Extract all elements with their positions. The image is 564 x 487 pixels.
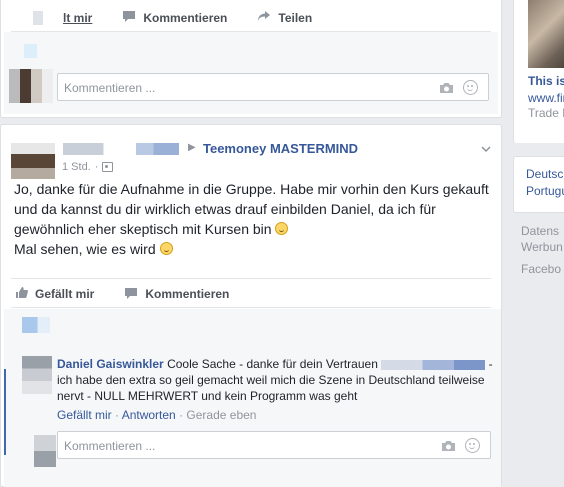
comment-icon: [122, 10, 136, 25]
camera-icon[interactable]: [439, 81, 454, 93]
language-link[interactable]: Portugu: [526, 184, 564, 198]
divider: [11, 307, 491, 308]
meta-separator: ·: [94, 161, 99, 173]
footer-link[interactable]: Facebo: [521, 262, 561, 276]
comment-author[interactable]: Daniel Gaiswinkler: [57, 357, 164, 371]
like-label: Gefällt mir: [35, 287, 95, 301]
like-button[interactable]: Gefällt mir: [15, 286, 94, 302]
commenter-avatar[interactable]: [22, 356, 52, 394]
share-icon: [257, 10, 271, 25]
reply-avatar: [34, 435, 56, 467]
divider: [11, 278, 491, 279]
group-link[interactable]: Teemoney MASTERMIND: [203, 141, 358, 156]
comment-like-link[interactable]: Gefällt mir: [57, 408, 112, 422]
post-text-main: Jo, danke für die Aufnahme in die Gruppe…: [14, 181, 489, 237]
footer-link[interactable]: Datens: [521, 224, 559, 238]
post-text-second: Mal sehen, wie es wird: [14, 241, 156, 257]
avatar: [9, 69, 53, 103]
comment-label: Kommentieren: [143, 10, 228, 25]
emoji-icon[interactable]: [465, 438, 480, 453]
comment-text-a: Coole Sache - danke für dein Vertrauen: [167, 357, 378, 371]
ad-image[interactable]: [528, 0, 564, 68]
comment-button[interactable]: Kommentieren: [122, 10, 227, 25]
post-meta: 1 Std. ·: [62, 161, 114, 173]
reply-placeholder: Kommentieren ...: [64, 439, 156, 453]
share-label: Teilen: [278, 10, 313, 25]
previous-post-card: lt mir Kommentieren Teilen Kommentieren …: [0, 0, 502, 118]
language-link[interactable]: Deutsc: [526, 167, 563, 181]
post-actions: Gefällt mir Kommentieren: [15, 286, 259, 302]
smile-emoji-icon: [275, 222, 289, 235]
ad-subtitle: Trade E: [528, 106, 564, 120]
comment-time[interactable]: Gerade eben: [186, 408, 256, 422]
reactions-area: [4, 309, 501, 345]
thumbs-up-icon: [15, 286, 28, 302]
comment-icon: [124, 287, 138, 302]
author-avatar[interactable]: [11, 143, 55, 179]
previous-post-actions: lt mir Kommentieren Teilen: [63, 10, 342, 25]
ad-title[interactable]: This is: [528, 74, 564, 88]
reply-input[interactable]: Kommentieren ...: [57, 431, 491, 459]
smile-emoji-icon: [159, 242, 173, 255]
post-text: Jo, danke für die Aufnahme in die Gruppe…: [14, 179, 494, 259]
redacted-mention[interactable]: [381, 359, 486, 370]
comment-actions: Gefällt mir · Antworten · Gerade eben: [57, 408, 256, 422]
comment-body: Daniel Gaiswinkler Coole Sache - danke f…: [57, 356, 497, 404]
author-name-redacted[interactable]: [63, 143, 179, 155]
emoji-icon[interactable]: [463, 80, 478, 95]
like-button[interactable]: lt mir: [63, 11, 92, 25]
post-card: ▶ Teemoney MASTERMIND 1 Std. · Jo, danke…: [0, 124, 502, 487]
like-label: lt mir: [63, 10, 93, 25]
redacted-pixel: [24, 44, 37, 58]
post-time[interactable]: 1 Std.: [62, 161, 91, 173]
comment-label: Kommentieren: [145, 287, 230, 301]
redacted-pixel: [33, 11, 43, 25]
comment-input[interactable]: Kommentieren ...: [57, 73, 489, 101]
thread-highlight: [4, 369, 6, 455]
comment-button[interactable]: Kommentieren: [124, 287, 229, 302]
comment-reply-link[interactable]: Antworten: [122, 408, 176, 422]
comment-thread: Daniel Gaiswinkler Coole Sache - danke f…: [4, 345, 501, 487]
sponsored-ad[interactable]: This is www.fir Trade E: [513, 0, 564, 143]
camera-icon[interactable]: [441, 439, 456, 451]
language-box: Deutsc Portugu: [513, 156, 564, 213]
arrow-right-icon: ▶: [188, 142, 196, 153]
comment-placeholder: Kommentieren ...: [64, 81, 156, 95]
footer-link[interactable]: Werbun: [521, 240, 563, 254]
ad-url[interactable]: www.fir: [528, 91, 564, 105]
redacted-pixel: [22, 317, 50, 333]
audience-icon[interactable]: [102, 162, 114, 172]
separator: ·: [115, 408, 122, 422]
chevron-down-icon[interactable]: [481, 139, 491, 153]
share-button[interactable]: Teilen: [257, 10, 312, 25]
